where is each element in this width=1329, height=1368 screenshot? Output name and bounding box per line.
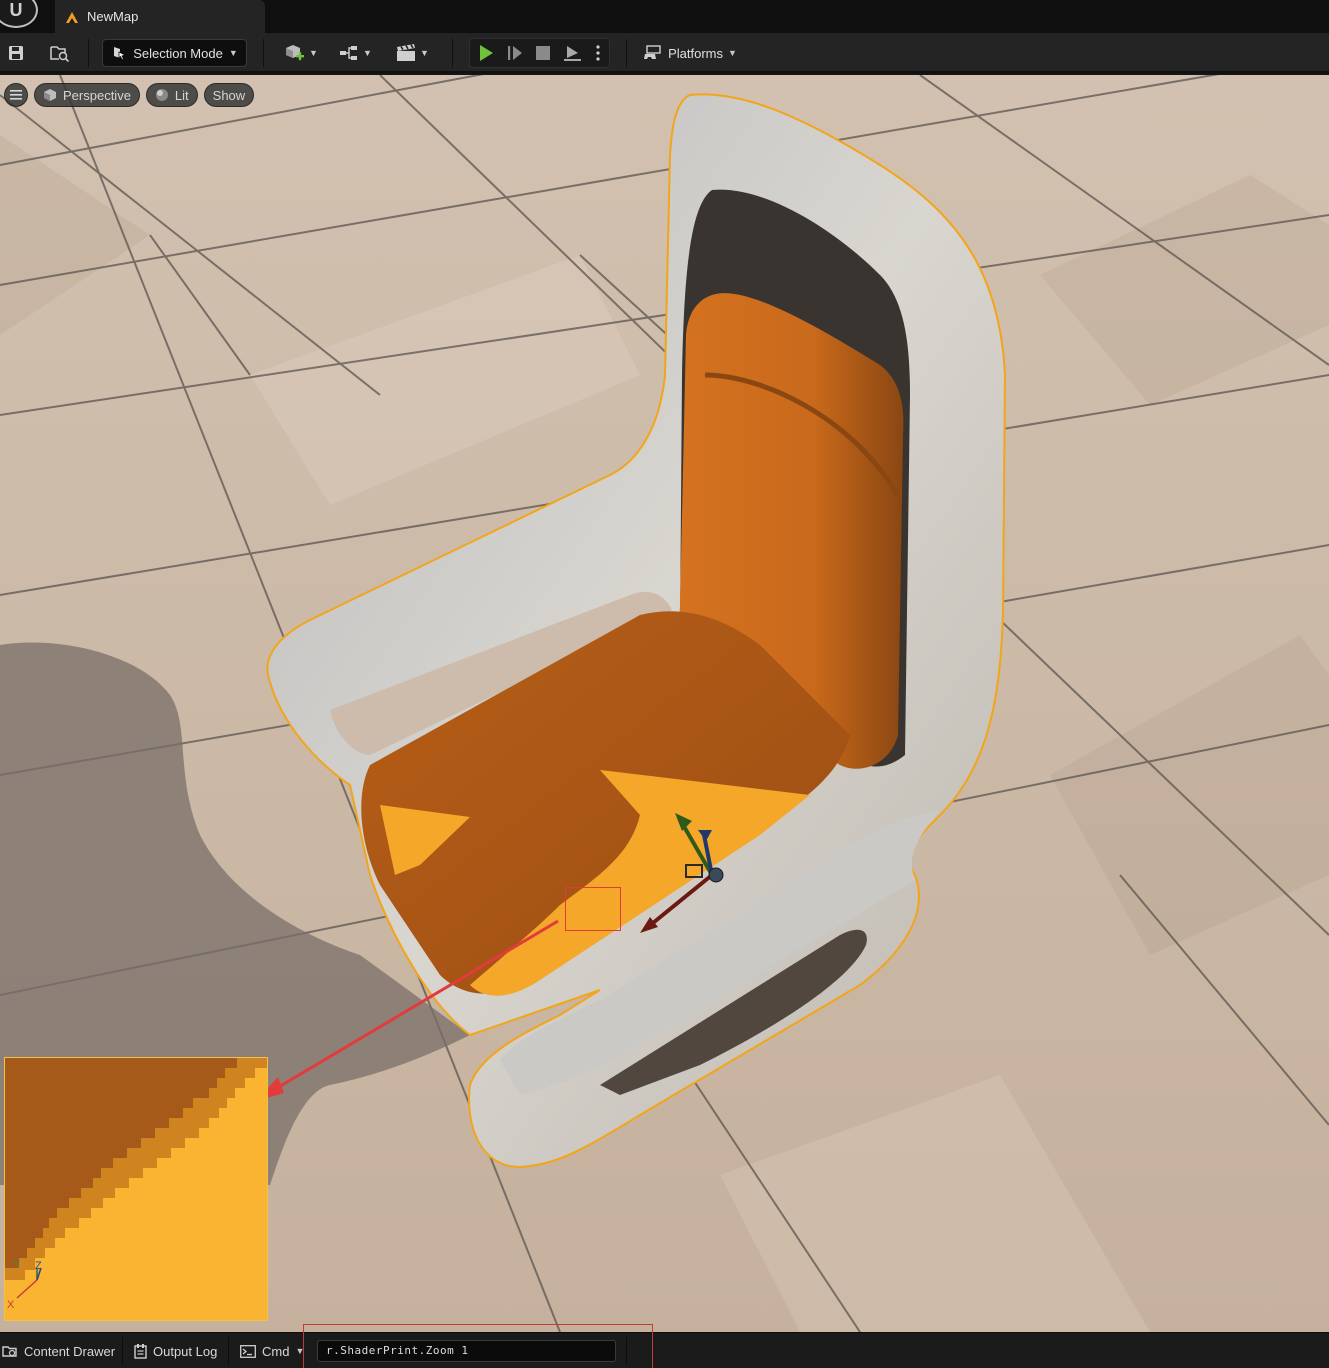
platforms-dropdown[interactable]: Platforms ▼ xyxy=(640,39,740,67)
add-actor-icon xyxy=(286,45,305,61)
clapperboard-icon xyxy=(397,44,416,61)
selection-mode-dropdown[interactable]: Selection Mode ▼ xyxy=(102,39,247,67)
chevron-down-icon: ▼ xyxy=(228,48,238,58)
stop-icon xyxy=(536,46,550,60)
zoomed-pixels: Y Z X xyxy=(5,1058,267,1320)
output-log-button[interactable]: Output Log xyxy=(134,1333,217,1368)
command-highlight-box xyxy=(303,1324,653,1368)
status-bar: Content Drawer Output Log Cmd ▼ r.Shader… xyxy=(0,1332,1329,1368)
blueprint-icon xyxy=(340,46,358,60)
save-button[interactable] xyxy=(4,39,28,67)
stop-button[interactable] xyxy=(531,39,555,67)
toolbar-divider xyxy=(452,39,453,67)
content-drawer-icon xyxy=(2,1346,17,1357)
lit-label: Lit xyxy=(174,87,189,103)
axis-z-label: Z xyxy=(35,1260,42,1272)
blueprint-button[interactable]: ▼ xyxy=(336,39,374,67)
gamepad-icon xyxy=(644,45,661,59)
toolbar-divider xyxy=(88,39,89,67)
level-viewport[interactable]: Perspective Lit Show Y Z X xyxy=(0,75,1329,1332)
platforms-label: Platforms xyxy=(668,45,723,61)
toolbar-divider xyxy=(626,39,627,67)
add-actor-button[interactable]: ▼ xyxy=(282,39,320,67)
selection-mode-icon xyxy=(114,47,127,60)
cinematics-button[interactable]: ▼ xyxy=(392,39,432,67)
unreal-logo-icon[interactable] xyxy=(0,0,38,28)
axis-x-label: X xyxy=(7,1299,15,1311)
show-button[interactable]: Show xyxy=(203,83,255,107)
main-toolbar: Selection Mode ▼ ▼ ▼ ▼ Platforms ▼ xyxy=(0,33,1329,73)
menu-icon xyxy=(10,90,22,100)
content-drawer-button[interactable]: Content Drawer xyxy=(2,1333,115,1368)
eject-button[interactable] xyxy=(559,39,585,67)
viewport-controls: Perspective Lit Show xyxy=(4,83,255,107)
cmd-dropdown[interactable]: Cmd ▼ xyxy=(240,1333,304,1368)
content-drawer-label: Content Drawer xyxy=(24,1343,116,1359)
terminal-icon xyxy=(240,1344,256,1358)
title-bar: NewMap xyxy=(0,0,1329,33)
more-vertical-icon xyxy=(596,45,600,61)
eject-icon xyxy=(564,46,581,61)
status-bar-divider xyxy=(228,1337,229,1365)
cube-icon xyxy=(44,89,56,101)
cmd-label: Cmd xyxy=(262,1343,290,1359)
play-button[interactable] xyxy=(474,39,498,67)
chevron-down-icon: ▼ xyxy=(309,48,318,58)
toolbar-divider xyxy=(263,39,264,67)
browse-icon xyxy=(50,46,70,62)
output-log-label: Output Log xyxy=(153,1343,218,1359)
perspective-label: Perspective xyxy=(63,87,131,103)
zoom-sample-rectangle xyxy=(565,887,621,931)
output-log-icon xyxy=(134,1343,147,1359)
step-icon xyxy=(508,46,522,60)
chevron-down-icon: ▼ xyxy=(727,48,737,58)
selection-mode-label: Selection Mode xyxy=(133,45,223,61)
play-options-button[interactable] xyxy=(588,39,608,67)
play-controls xyxy=(469,38,610,68)
level-icon xyxy=(66,11,78,23)
status-bar-divider xyxy=(122,1337,123,1365)
show-label: Show xyxy=(212,87,246,103)
map-tab-label: NewMap xyxy=(87,9,139,24)
step-button[interactable] xyxy=(503,39,527,67)
chevron-down-icon: ▼ xyxy=(363,48,372,58)
tab-newmap[interactable]: NewMap xyxy=(55,0,265,33)
save-icon xyxy=(9,46,23,60)
lit-sphere-icon xyxy=(155,89,168,101)
view-mode-button[interactable]: Lit xyxy=(145,83,198,107)
perspective-button[interactable]: Perspective xyxy=(34,83,140,107)
axis-y-label: Y xyxy=(13,1259,21,1271)
browse-button[interactable] xyxy=(48,39,72,67)
viewport-menu-button[interactable] xyxy=(4,83,28,107)
play-icon xyxy=(480,45,493,61)
shader-print-zoom-inset: Y Z X xyxy=(4,1057,268,1321)
chevron-down-icon: ▼ xyxy=(420,48,429,58)
